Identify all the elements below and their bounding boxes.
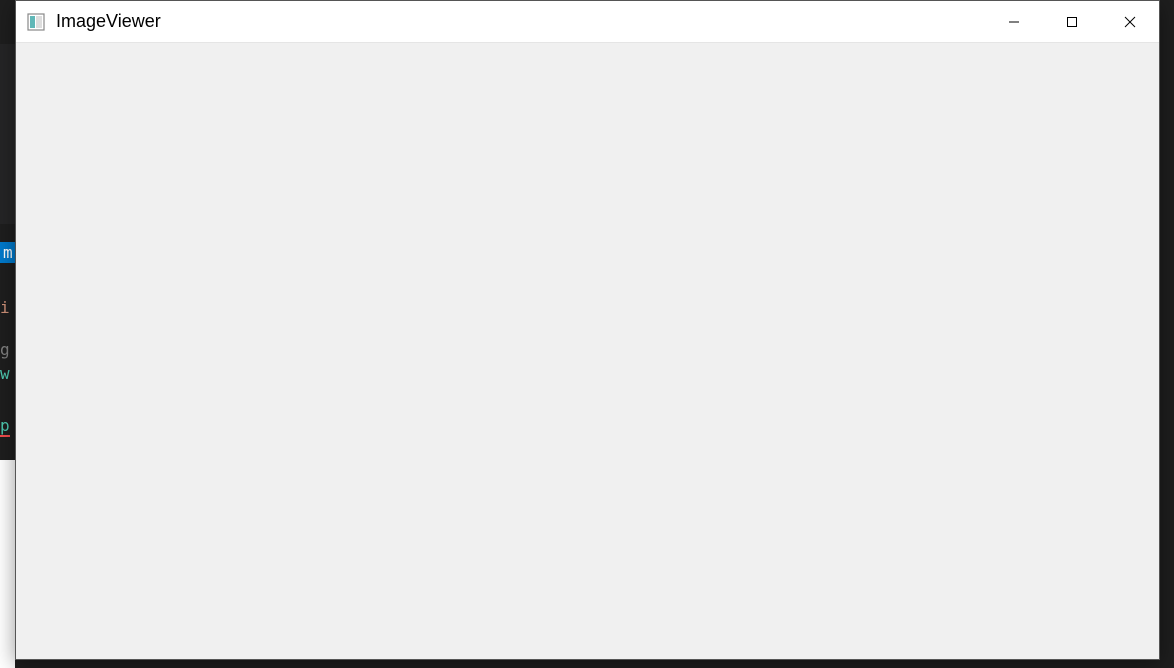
- window-title: ImageViewer: [56, 11, 161, 32]
- background-code-fragment: i: [0, 298, 10, 317]
- titlebar[interactable]: ImageViewer: [16, 1, 1159, 43]
- background-code-fragment: g: [0, 340, 10, 359]
- app-icon: [26, 12, 46, 32]
- background-white-panel-top: [0, 44, 15, 224]
- maximize-button[interactable]: [1043, 1, 1101, 42]
- app-window: ImageViewer: [15, 0, 1160, 660]
- window-controls: [985, 1, 1159, 42]
- client-area: [16, 43, 1159, 659]
- background-white-panel-left: [0, 460, 15, 668]
- background-code-fragment: p: [0, 416, 10, 437]
- background-code-fragment: m: [0, 242, 16, 263]
- close-button[interactable]: [1101, 1, 1159, 42]
- background-code-fragment: w: [0, 364, 10, 383]
- minimize-button[interactable]: [985, 1, 1043, 42]
